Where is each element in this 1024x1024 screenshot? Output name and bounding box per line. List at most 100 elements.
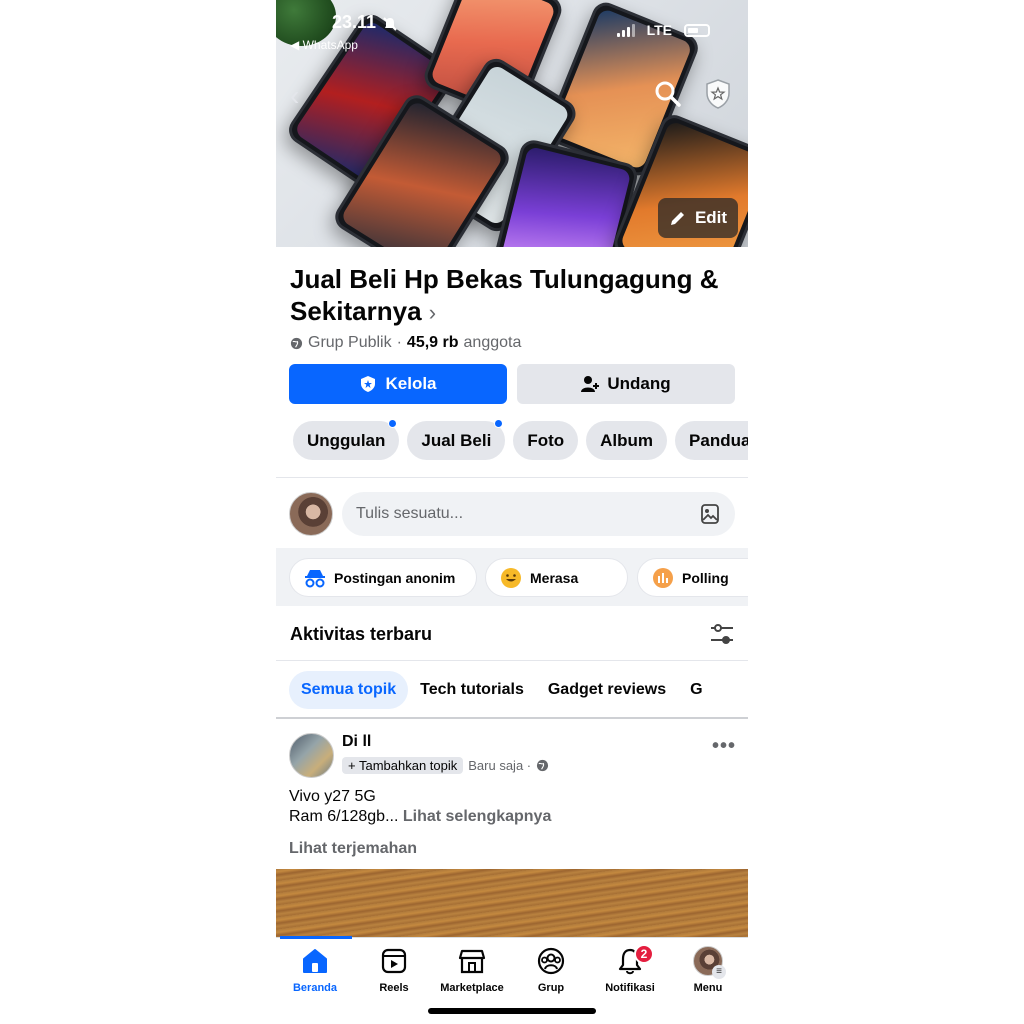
poll-label: Polling	[682, 569, 729, 586]
network-type: LTE	[646, 22, 672, 38]
post-meta: + Tambahkan topik Baru saja ·	[342, 757, 549, 774]
post-body: Vivo y27 5G Ram 6/128gb... Lihat selengk…	[289, 787, 551, 827]
smile-emoji-icon	[501, 567, 521, 588]
nav-groups[interactable]: Grup	[511, 946, 591, 994]
filter-sliders-icon[interactable]	[709, 621, 735, 647]
post-author-name[interactable]: Di ll	[342, 733, 371, 751]
profile-avatar	[693, 946, 726, 979]
groups-icon	[537, 947, 565, 975]
group-tabs: Unggulan Jual Beli Foto Album Panduan	[293, 419, 748, 460]
add-person-icon	[581, 376, 600, 392]
nav-label: Notifikasi	[605, 982, 655, 994]
search-icon[interactable]	[654, 80, 682, 108]
back-chevron-icon[interactable]: ‹	[290, 80, 299, 112]
more-options-icon[interactable]: •••	[712, 735, 736, 758]
post-line: Vivo y27 5G	[289, 788, 376, 805]
battery-icon	[684, 23, 710, 37]
topic-tech-tutorials[interactable]: Tech tutorials	[408, 671, 536, 709]
post-time: Baru saja ·	[468, 758, 532, 773]
reels-icon	[381, 948, 407, 974]
anonymous-label: Postingan anonim	[334, 569, 456, 586]
recent-activity-title: Aktivitas terbaru	[290, 624, 433, 644]
invite-button[interactable]: Undang	[517, 364, 735, 404]
post-image[interactable]	[276, 869, 748, 944]
globe-icon	[537, 759, 549, 772]
post-composer-input[interactable]: Tulis sesuatu...	[342, 492, 735, 536]
incognito-icon	[305, 569, 325, 587]
divider	[276, 477, 748, 478]
tab-label: Foto	[527, 430, 565, 450]
signal-icon	[616, 23, 635, 37]
tab-guides[interactable]: Panduan	[675, 421, 748, 460]
edit-label: Edit	[694, 208, 728, 227]
manage-button[interactable]: Kelola	[289, 364, 507, 404]
tab-label: Album	[600, 430, 654, 450]
topic-more[interactable]: G	[678, 671, 714, 709]
status-indicators: LTE	[616, 22, 710, 38]
group-cover-photo[interactable]: 23.11 ◀ WhatsApp LTE ‹ Edit	[276, 0, 748, 247]
photo-icon[interactable]	[699, 503, 721, 525]
group-title[interactable]: Jual Beli Hp Bekas Tulungagung & Sekitar…	[290, 263, 730, 329]
see-more-link[interactable]: Lihat selengkapnya	[403, 808, 552, 825]
feeling-label: Merasa	[530, 569, 579, 586]
status-time: 23.11	[332, 12, 377, 32]
member-label: anggota	[463, 334, 522, 351]
nav-label: Grup	[537, 982, 565, 994]
manage-label: Kelola	[385, 374, 437, 393]
tab-label: Panduan	[689, 430, 748, 450]
mute-bell-icon	[383, 17, 397, 31]
topic-filter-bar: Semua topik Tech tutorials Gadget review…	[276, 670, 748, 710]
divider	[276, 660, 748, 661]
group-title-text: Jual Beli Hp Bekas Tulungagung & Sekitar…	[290, 264, 719, 326]
nav-label: Beranda	[292, 982, 338, 994]
notification-badge: 2	[634, 944, 654, 964]
composer-placeholder: Tulis sesuatu...	[356, 505, 464, 522]
home-icon	[303, 949, 327, 973]
active-tab-indicator	[280, 936, 352, 939]
anonymous-post-button[interactable]: Postingan anonim	[289, 558, 477, 597]
divider	[276, 717, 748, 719]
meta-separator: ·	[396, 334, 402, 351]
group-privacy: Grup Publik	[308, 334, 392, 351]
tab-buy-sell[interactable]: Jual Beli	[407, 419, 506, 460]
poll-icon	[653, 567, 673, 588]
invite-label: Undang	[607, 374, 671, 393]
tab-label: Jual Beli	[421, 430, 492, 450]
member-count: 45,9 rb	[406, 334, 459, 351]
nav-label: Menu	[693, 982, 723, 994]
topic-gadget-reviews[interactable]: Gadget reviews	[536, 671, 678, 709]
group-meta: Grup Publik · 45,9 rb anggota	[290, 334, 521, 352]
unread-dot	[388, 419, 398, 428]
nav-marketplace[interactable]: Marketplace	[432, 946, 512, 994]
post-line-wrap: Ram 6/128gb... Lihat selengkapnya	[289, 807, 551, 827]
post-line: Ram 6/128gb...	[289, 808, 399, 825]
admin-shield-icon[interactable]	[704, 78, 732, 110]
pencil-icon	[670, 212, 684, 225]
tab-label: Unggulan	[307, 430, 386, 450]
tab-albums[interactable]: Album	[586, 421, 668, 460]
add-topic-button[interactable]: + Tambahkan topik	[342, 757, 464, 774]
nav-label: Reels	[379, 982, 409, 994]
nav-menu[interactable]: Menu	[668, 946, 748, 994]
user-avatar[interactable]	[289, 492, 333, 536]
topic-all[interactable]: Semua topik	[289, 671, 409, 709]
post-author-avatar[interactable]	[289, 733, 334, 778]
nav-label: Marketplace	[440, 982, 504, 994]
nav-notifications[interactable]: 2 Notifikasi	[590, 944, 670, 994]
globe-icon	[290, 337, 303, 349]
nav-home[interactable]: Beranda	[276, 946, 355, 994]
edit-cover-button[interactable]: Edit	[658, 198, 738, 238]
chevron-right-icon: ›	[428, 300, 437, 325]
shield-star-icon	[361, 376, 376, 392]
feeling-button[interactable]: Merasa	[485, 558, 628, 597]
home-indicator	[428, 1008, 596, 1014]
tab-featured[interactable]: Unggulan	[293, 419, 400, 460]
unread-dot	[494, 419, 504, 428]
see-translation-link[interactable]: Lihat terjemahan	[289, 840, 417, 858]
tab-photos[interactable]: Foto	[513, 421, 579, 460]
back-to-whatsapp[interactable]: ◀ WhatsApp	[290, 38, 358, 52]
facebook-group-screen: 23.11 ◀ WhatsApp LTE ‹ Edit Jual Beli Hp…	[276, 0, 748, 1024]
poll-button[interactable]: Polling	[637, 558, 748, 597]
nav-reels[interactable]: Reels	[354, 946, 434, 994]
storefront-icon	[458, 949, 486, 974]
